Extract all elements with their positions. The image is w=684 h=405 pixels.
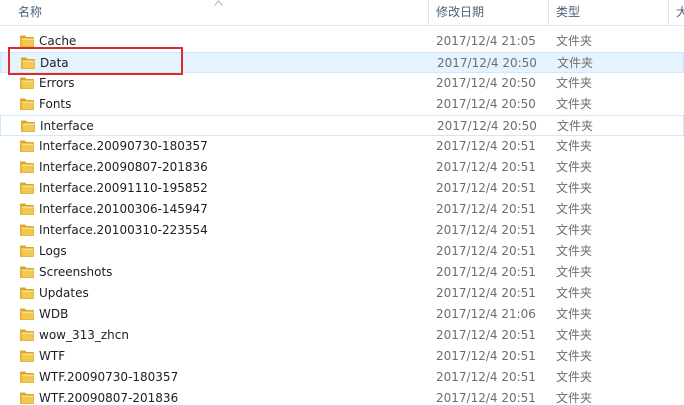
file-date-modified: 2017/12/4 21:06	[436, 307, 536, 321]
file-type: 文件夹	[556, 307, 593, 321]
file-name: Screenshots	[39, 265, 113, 279]
file-list-item[interactable]: Interface.20100310-223554 2017/12/4 20:5…	[0, 220, 684, 241]
file-list-item[interactable]: Interface.20100306-145947 2017/12/4 20:5…	[0, 199, 684, 220]
column-header-date-modified[interactable]: 修改日期	[436, 0, 544, 25]
file-name: Fonts	[39, 97, 72, 111]
file-date-modified: 2017/12/4 20:51	[436, 181, 536, 195]
file-list-item[interactable]: WTF 2017/12/4 20:51 文件夹	[0, 346, 684, 367]
folder-icon	[21, 120, 35, 132]
file-date-modified: 2017/12/4 20:51	[436, 223, 536, 237]
file-date-modified: 2017/12/4 20:50	[437, 56, 537, 70]
file-date-modified: 2017/12/4 21:05	[436, 34, 536, 48]
file-list-item[interactable]: Errors 2017/12/4 20:50 文件夹	[0, 73, 684, 94]
file-type: 文件夹	[556, 202, 593, 216]
file-list-item[interactable]: WTF.20090730-180357 2017/12/4 20:51 文件夹	[0, 367, 684, 388]
folder-icon	[20, 161, 34, 173]
file-list-item[interactable]: Screenshots 2017/12/4 20:51 文件夹	[0, 262, 684, 283]
file-date-modified: 2017/12/4 20:51	[436, 328, 536, 342]
folder-icon	[20, 98, 34, 110]
file-list-item[interactable]: Cache 2017/12/4 21:05 文件夹	[0, 31, 684, 52]
file-type: 文件夹	[557, 56, 594, 70]
file-name: Interface.20091110-195852	[39, 181, 208, 195]
file-name: wow_313_zhcn	[39, 328, 129, 342]
file-list-item[interactable]: Interface.20091110-195852 2017/12/4 20:5…	[0, 178, 684, 199]
folder-icon	[20, 203, 34, 215]
file-name: Interface	[40, 119, 94, 133]
folder-icon	[20, 371, 34, 383]
folder-icon	[20, 245, 34, 257]
file-name: Interface.20100306-145947	[39, 202, 208, 216]
file-name: Interface.20100310-223554	[39, 223, 208, 237]
file-date-modified: 2017/12/4 20:51	[436, 349, 536, 363]
file-name: WTF	[39, 349, 66, 363]
file-name: Interface.20090730-180357	[39, 139, 208, 153]
column-header-size[interactable]: 大	[676, 0, 684, 25]
folder-icon	[20, 350, 34, 362]
folder-icon	[20, 224, 34, 236]
file-list-item[interactable]: Fonts 2017/12/4 20:50 文件夹	[0, 94, 684, 115]
file-name: Cache	[39, 34, 77, 48]
file-list-item[interactable]: Interface.20090807-201836 2017/12/4 20:5…	[0, 157, 684, 178]
file-type: 文件夹	[556, 76, 593, 90]
file-date-modified: 2017/12/4 20:51	[436, 286, 536, 300]
file-name: Logs	[39, 244, 67, 258]
file-list-item[interactable]: Interface.20090730-180357 2017/12/4 20:5…	[0, 136, 684, 157]
file-type: 文件夹	[556, 97, 593, 111]
folder-icon	[20, 266, 34, 278]
folder-icon	[20, 329, 34, 341]
column-divider[interactable]	[668, 0, 669, 25]
file-list-item[interactable]: wow_313_zhcn 2017/12/4 20:51 文件夹	[0, 325, 684, 346]
file-list-item[interactable]: WTF.20090807-201836 2017/12/4 20:51 文件夹	[0, 388, 684, 405]
file-name: WTF.20090730-180357	[39, 370, 179, 384]
file-list-item[interactable]: Interface 2017/12/4 20:50 文件夹	[0, 115, 684, 136]
file-list-item[interactable]: WDB 2017/12/4 21:06 文件夹	[0, 304, 684, 325]
column-header-type[interactable]: 类型	[556, 0, 656, 25]
file-type: 文件夹	[556, 223, 593, 237]
file-type: 文件夹	[556, 160, 593, 174]
file-name: Errors	[39, 76, 75, 90]
file-date-modified: 2017/12/4 20:51	[436, 391, 536, 405]
file-type: 文件夹	[556, 328, 593, 342]
file-type: 文件夹	[556, 34, 593, 48]
file-type: 文件夹	[556, 370, 593, 384]
file-type: 文件夹	[556, 265, 593, 279]
file-type: 文件夹	[556, 244, 593, 258]
folder-icon	[20, 308, 34, 320]
file-type: 文件夹	[556, 181, 593, 195]
file-date-modified: 2017/12/4 20:51	[436, 370, 536, 384]
file-list-item[interactable]: Data 2017/12/4 20:50 文件夹	[0, 52, 684, 73]
file-date-modified: 2017/12/4 20:51	[436, 265, 536, 279]
file-name: Interface.20090807-201836	[39, 160, 208, 174]
file-type: 文件夹	[556, 391, 593, 405]
file-date-modified: 2017/12/4 20:50	[437, 119, 537, 133]
file-type: 文件夹	[557, 119, 594, 133]
file-date-modified: 2017/12/4 20:50	[436, 76, 536, 90]
folder-icon	[20, 392, 34, 404]
file-name: WTF.20090807-201836	[39, 391, 179, 405]
file-type: 文件夹	[556, 286, 593, 300]
file-list: Cache 2017/12/4 21:05 文件夹 Data 2017/12/4…	[0, 31, 684, 405]
folder-icon	[20, 140, 34, 152]
file-name: Updates	[39, 286, 89, 300]
column-divider[interactable]	[428, 0, 429, 25]
file-name: WDB	[39, 307, 69, 321]
file-date-modified: 2017/12/4 20:50	[436, 97, 536, 111]
file-list-item[interactable]: Logs 2017/12/4 20:51 文件夹	[0, 241, 684, 262]
folder-icon	[20, 182, 34, 194]
folder-icon	[21, 57, 35, 69]
column-header-bar: 名称 修改日期 类型 大	[0, 0, 684, 26]
file-date-modified: 2017/12/4 20:51	[436, 160, 536, 174]
file-name: Data	[40, 56, 69, 70]
column-divider[interactable]	[548, 0, 549, 25]
file-date-modified: 2017/12/4 20:51	[436, 139, 536, 153]
file-list-item[interactable]: Updates 2017/12/4 20:51 文件夹	[0, 283, 684, 304]
file-type: 文件夹	[556, 349, 593, 363]
column-header-name[interactable]: 名称	[18, 0, 418, 25]
folder-icon	[20, 77, 34, 89]
folder-icon	[20, 35, 34, 47]
folder-icon	[20, 287, 34, 299]
file-type: 文件夹	[556, 139, 593, 153]
file-date-modified: 2017/12/4 20:51	[436, 244, 536, 258]
file-date-modified: 2017/12/4 20:51	[436, 202, 536, 216]
